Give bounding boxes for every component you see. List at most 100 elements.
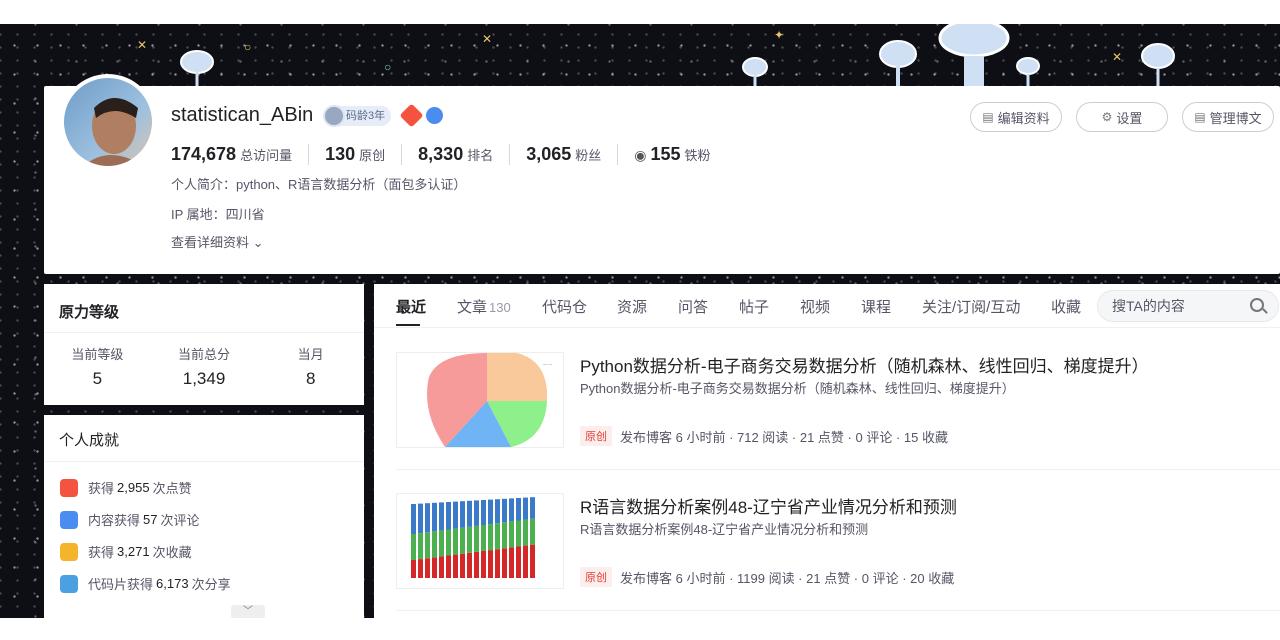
bar-segment [530, 544, 535, 578]
level-label: 当前总分 [178, 347, 231, 362]
bar-segment [460, 527, 465, 554]
achievements-title: 个人成就 [59, 432, 120, 449]
sparkle-icon: ○ [244, 40, 252, 54]
tab-qa[interactable]: 问答 [678, 296, 708, 317]
bar-segment [474, 551, 479, 578]
stat-rank[interactable]: 8,330 排名 [401, 144, 509, 165]
username[interactable]: statistican_ABin [171, 104, 313, 127]
tab-posts[interactable]: 帖子 [739, 296, 769, 317]
bar-segment [530, 518, 535, 545]
bar-segment [411, 560, 416, 578]
achievement-shares: 代码片获得 6,173 次分享 [60, 574, 231, 593]
achievement-suffix: 次收藏 [152, 545, 192, 560]
tab-articles-count: 130 [489, 300, 511, 315]
active-tab-indicator [396, 324, 420, 326]
edit-profile-button[interactable]: ▤ 编辑资料 [970, 102, 1062, 132]
divider [44, 332, 364, 333]
stat-total-visits: 174,678 总访问量 [171, 144, 308, 165]
stat-label: 原创 [359, 148, 386, 163]
sparkle-icon: ✕ [137, 38, 148, 52]
satellite-dish-icon [1141, 43, 1175, 86]
bar-segment [446, 502, 451, 530]
expand-chevron-icon[interactable]: ﹀ [231, 605, 265, 619]
code-age-badge: 码龄3年 [323, 105, 392, 127]
achievement-count: 3,271 [117, 544, 150, 559]
bar-segment [439, 556, 444, 578]
tab-favorites[interactable]: 收藏 [1051, 296, 1081, 317]
top-margin [0, 0, 1280, 24]
bar-segment [481, 551, 486, 578]
stat-original[interactable]: 130 原创 [308, 144, 401, 165]
settings-button[interactable]: ⚙ 设置 [1076, 102, 1168, 132]
verified-badge-icon[interactable] [426, 107, 443, 124]
level-panel: 原力等级 当前等级 5 当前总分 1,349 当月 8 [44, 284, 364, 405]
satellite-dish-icon [879, 40, 917, 86]
bar-segment [481, 525, 486, 551]
edit-icon: ▤ [982, 110, 994, 124]
bar-segment [502, 498, 507, 523]
tab-resources[interactable]: 资源 [617, 296, 647, 317]
tab-articles[interactable]: 文章 130 [457, 296, 511, 317]
article-description: R语言数据分析案例48-辽宁省产业情况分析和预测 [580, 522, 869, 537]
document-icon: ▤ [1194, 110, 1206, 124]
article-thumbnail-pie-chart[interactable]: — — [396, 352, 564, 448]
stat-label: 总访问量 [240, 148, 293, 163]
avatar-image [84, 98, 144, 166]
bar-segment [446, 555, 451, 578]
article-meta: 原创 发布博客 6 小时前 · 1199 阅读 · 21 点赞 · 0 评论 ·… [580, 567, 954, 587]
bar-segment [516, 498, 521, 521]
satellite-dish-icon [938, 24, 1010, 86]
stat-iron-fans[interactable]: ◉ 155 铁粉 [617, 144, 726, 165]
bar-segment [481, 500, 486, 525]
achievement-count: 6,173 [156, 576, 189, 591]
article-title[interactable]: Python数据分析-电子商务交易数据分析（随机森林、线性回归、梯度提升） [580, 352, 1149, 377]
bar-segment [474, 525, 479, 552]
bar-segment [488, 524, 493, 551]
bar-segment [453, 554, 458, 578]
article-title[interactable]: R语言数据分析案例48-辽宁省产业情况分析和预测 [580, 493, 957, 518]
tab-code-repo[interactable]: 代码仓 [542, 296, 587, 317]
bar-segment [425, 503, 430, 533]
bar-segment [467, 500, 472, 527]
bar-segment [425, 558, 430, 578]
chart-legend-text: — — [543, 361, 552, 366]
tab-videos[interactable]: 视频 [800, 296, 830, 317]
article-meta-text: 发布博客 6 小时前 · 1199 阅读 · 21 点赞 · 0 评论 · 20… [620, 570, 955, 586]
sparkle-icon: ✦ [774, 28, 785, 42]
satellite-dish-icon [1016, 57, 1040, 86]
search-input[interactable] [1112, 291, 1252, 321]
bar-segment [425, 532, 430, 559]
sparkle-icon: ✕ [482, 32, 493, 46]
tab-recent[interactable]: 最近 [396, 296, 426, 317]
view-details-link[interactable]: 查看详细资料 ⌄ [171, 232, 264, 251]
profile-stats: 174,678 总访问量 130 原创 8,330 排名 3,065 粉丝 ◉ … [171, 144, 727, 165]
article-item[interactable]: R语言数据分析案例48-辽宁省产业情况分析和预测 R语言数据分析案例48-辽宁省… [396, 493, 1280, 623]
bar-segment [460, 501, 465, 528]
article-item[interactable]: — — Python数据分析-电子商务交易数据分析（随机森林、线性回归、梯度提升… [396, 352, 1280, 482]
bar-segment [523, 545, 528, 578]
stat-label: 铁粉 [684, 148, 711, 163]
stat-fans[interactable]: 3,065 粉丝 [509, 144, 617, 165]
search-icon[interactable] [1250, 298, 1264, 312]
achievement-suffix: 次分享 [191, 577, 231, 592]
avatar[interactable] [60, 74, 156, 170]
level-label: 当前等级 [71, 347, 124, 362]
sparkle-icon: ✕ [1112, 50, 1123, 64]
bottom-margin [0, 618, 1280, 640]
bar-segment [523, 497, 528, 520]
bar-segment [439, 502, 444, 531]
honor-badge-icon[interactable] [399, 103, 424, 128]
stacked-bar-thumbnail [411, 497, 535, 578]
level-label: 当月 [297, 347, 324, 362]
achievement-suffix: 次评论 [160, 513, 200, 528]
tab-follow-subscribe[interactable]: 关注/订阅/互动 [922, 296, 1020, 317]
divider [396, 610, 1280, 611]
manage-posts-button[interactable]: ▤ 管理博文 [1182, 102, 1274, 132]
bar-segment [509, 521, 514, 548]
bar-segment [502, 522, 507, 549]
tab-courses[interactable]: 课程 [861, 296, 891, 317]
article-meta-text: 发布博客 6 小时前 · 712 阅读 · 21 点赞 · 0 评论 · 15 … [620, 429, 948, 445]
article-thumbnail-bar-chart[interactable] [396, 493, 564, 589]
code-share-badge-icon [60, 574, 78, 593]
bar-segment [453, 528, 458, 555]
